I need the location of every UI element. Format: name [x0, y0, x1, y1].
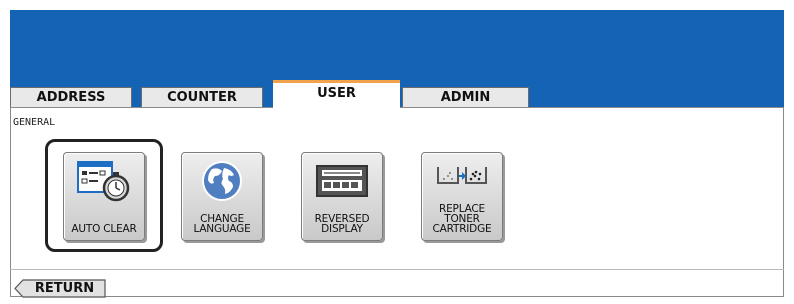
- replace-toner-cartridge-label: REPLACE TONER CARTRIDGE: [432, 203, 492, 235]
- reversed-display-button[interactable]: REVERSED DISPLAY: [301, 152, 383, 241]
- tab-counter[interactable]: COUNTER: [141, 87, 263, 107]
- tab-user[interactable]: USER: [273, 80, 400, 109]
- tab-admin[interactable]: ADMIN: [402, 87, 529, 107]
- replace-toner-cartridge-button[interactable]: REPLACE TONER CARTRIDGE: [421, 152, 503, 241]
- toner-cartridge-icon: [434, 159, 490, 205]
- change-language-label: CHANGE LANGUAGE: [193, 213, 251, 235]
- return-button[interactable]: RETURN: [14, 279, 107, 298]
- change-language-button[interactable]: CHANGE LANGUAGE: [181, 152, 263, 241]
- reversed-display-label: REVERSED DISPLAY: [314, 213, 370, 235]
- auto-clear-label: AUTO CLEAR: [71, 223, 137, 235]
- return-label: RETURN: [34, 281, 95, 296]
- globe-icon: [194, 159, 250, 205]
- footer-divider: [10, 269, 784, 270]
- auto-clear-timer-icon: [76, 159, 132, 205]
- auto-clear-button[interactable]: AUTO CLEAR: [63, 152, 145, 241]
- reversed-display-icon: [314, 159, 370, 205]
- tab-address[interactable]: ADDRESS: [10, 87, 132, 107]
- header-banner: [10, 10, 784, 82]
- section-label-general: GENERAL: [13, 117, 56, 128]
